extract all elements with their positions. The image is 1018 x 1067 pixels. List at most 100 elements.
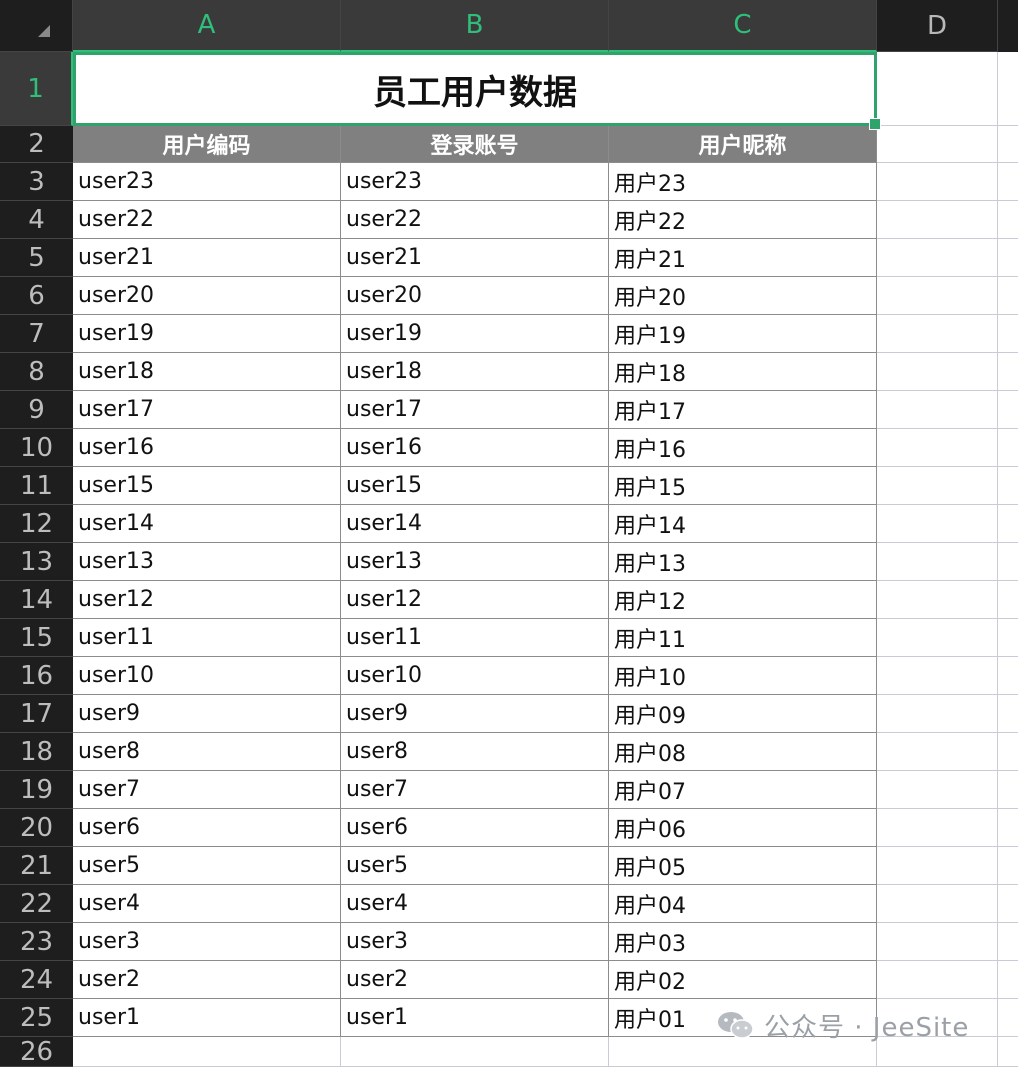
row-header-12[interactable]: 12 — [0, 505, 73, 543]
cell-b6[interactable]: user20 — [341, 277, 609, 315]
cell-d12[interactable] — [877, 505, 998, 543]
cell-a11[interactable]: user15 — [73, 467, 341, 505]
cell-a15[interactable]: user11 — [73, 619, 341, 657]
cell-b14[interactable]: user12 — [341, 581, 609, 619]
cell-d13[interactable] — [877, 543, 998, 581]
cell-a23[interactable]: user3 — [73, 923, 341, 961]
cell-b17[interactable]: user9 — [341, 695, 609, 733]
cell-c10[interactable]: 用户16 — [609, 429, 877, 467]
cell-c6[interactable]: 用户20 — [609, 277, 877, 315]
cell-b25[interactable]: user1 — [341, 999, 609, 1037]
cell-d18[interactable] — [877, 733, 998, 771]
header-cell-nickname[interactable]: 用户昵称 — [609, 126, 877, 163]
row-header-15[interactable]: 15 — [0, 619, 73, 657]
cell-c9[interactable]: 用户17 — [609, 391, 877, 429]
cell-a12[interactable]: user14 — [73, 505, 341, 543]
cell-a4[interactable]: user22 — [73, 201, 341, 239]
row-header-9[interactable]: 9 — [0, 391, 73, 429]
row-header-24[interactable]: 24 — [0, 961, 73, 999]
cell-d6[interactable] — [877, 277, 998, 315]
title-cell-merged[interactable]: 员工用户数据 — [73, 52, 881, 130]
cell-d9[interactable] — [877, 391, 998, 429]
column-header-b[interactable]: B — [341, 0, 609, 52]
cell-d17[interactable] — [877, 695, 998, 733]
cell-a7[interactable]: user19 — [73, 315, 341, 353]
column-header-a[interactable]: A — [73, 0, 341, 52]
row-header-20[interactable]: 20 — [0, 809, 73, 847]
cell-b4[interactable]: user22 — [341, 201, 609, 239]
cell-c20[interactable]: 用户06 — [609, 809, 877, 847]
cell-b15[interactable]: user11 — [341, 619, 609, 657]
cell-c19[interactable]: 用户07 — [609, 771, 877, 809]
cell-d15[interactable] — [877, 619, 998, 657]
cell-d1[interactable] — [877, 52, 998, 126]
cell-c4[interactable]: 用户22 — [609, 201, 877, 239]
cell-b5[interactable]: user21 — [341, 239, 609, 277]
cell-d10[interactable] — [877, 429, 998, 467]
cell-d24[interactable] — [877, 961, 998, 999]
cell-b16[interactable]: user10 — [341, 657, 609, 695]
row-header-1[interactable]: 1 — [0, 52, 73, 126]
cell-b19[interactable]: user7 — [341, 771, 609, 809]
header-cell-login-account[interactable]: 登录账号 — [341, 126, 609, 163]
row-header-14[interactable]: 14 — [0, 581, 73, 619]
row-header-10[interactable]: 10 — [0, 429, 73, 467]
cell-c16[interactable]: 用户10 — [609, 657, 877, 695]
cell-a24[interactable]: user2 — [73, 961, 341, 999]
cell-b11[interactable]: user15 — [341, 467, 609, 505]
cell-b7[interactable]: user19 — [341, 315, 609, 353]
cell-b21[interactable]: user5 — [341, 847, 609, 885]
cell-b20[interactable]: user6 — [341, 809, 609, 847]
row-header-23[interactable]: 23 — [0, 923, 73, 961]
cell-c15[interactable]: 用户11 — [609, 619, 877, 657]
row-header-2[interactable]: 2 — [0, 126, 73, 163]
column-header-c[interactable]: C — [609, 0, 877, 52]
cell-c5[interactable]: 用户21 — [609, 239, 877, 277]
row-header-13[interactable]: 13 — [0, 543, 73, 581]
cell-c8[interactable]: 用户18 — [609, 353, 877, 391]
cell-a20[interactable]: user6 — [73, 809, 341, 847]
cell-b8[interactable]: user18 — [341, 353, 609, 391]
row-header-25[interactable]: 25 — [0, 999, 73, 1037]
row-header-18[interactable]: 18 — [0, 733, 73, 771]
row-header-5[interactable]: 5 — [0, 239, 73, 277]
cell-d11[interactable] — [877, 467, 998, 505]
cell-d3[interactable] — [877, 163, 998, 201]
cell-b10[interactable]: user16 — [341, 429, 609, 467]
cell-a5[interactable]: user21 — [73, 239, 341, 277]
cell-a10[interactable]: user16 — [73, 429, 341, 467]
cell-b12[interactable]: user14 — [341, 505, 609, 543]
row-header-21[interactable]: 21 — [0, 847, 73, 885]
cell-a3[interactable]: user23 — [73, 163, 341, 201]
cell-a19[interactable]: user7 — [73, 771, 341, 809]
cell-d2[interactable] — [877, 126, 998, 163]
cell-d20[interactable] — [877, 809, 998, 847]
header-cell-user-code[interactable]: 用户编码 — [73, 126, 341, 163]
cell-b18[interactable]: user8 — [341, 733, 609, 771]
cell-c14[interactable]: 用户12 — [609, 581, 877, 619]
cell-a13[interactable]: user13 — [73, 543, 341, 581]
cell-c24[interactable]: 用户02 — [609, 961, 877, 999]
row-header-8[interactable]: 8 — [0, 353, 73, 391]
row-header-16[interactable]: 16 — [0, 657, 73, 695]
cell-d16[interactable] — [877, 657, 998, 695]
row-header-22[interactable]: 22 — [0, 885, 73, 923]
cell-d23[interactable] — [877, 923, 998, 961]
cell-d4[interactable] — [877, 201, 998, 239]
cell-a18[interactable]: user8 — [73, 733, 341, 771]
cell-d7[interactable] — [877, 315, 998, 353]
row-header-6[interactable]: 6 — [0, 277, 73, 315]
cell-a9[interactable]: user17 — [73, 391, 341, 429]
cell-a22[interactable]: user4 — [73, 885, 341, 923]
cell-c17[interactable]: 用户09 — [609, 695, 877, 733]
cell-c7[interactable]: 用户19 — [609, 315, 877, 353]
cell-a8[interactable]: user18 — [73, 353, 341, 391]
cell-a16[interactable]: user10 — [73, 657, 341, 695]
cell-d8[interactable] — [877, 353, 998, 391]
row-header-19[interactable]: 19 — [0, 771, 73, 809]
cell-d22[interactable] — [877, 885, 998, 923]
cell-c13[interactable]: 用户13 — [609, 543, 877, 581]
cell-a21[interactable]: user5 — [73, 847, 341, 885]
row-header-11[interactable]: 11 — [0, 467, 73, 505]
cell-b24[interactable]: user2 — [341, 961, 609, 999]
